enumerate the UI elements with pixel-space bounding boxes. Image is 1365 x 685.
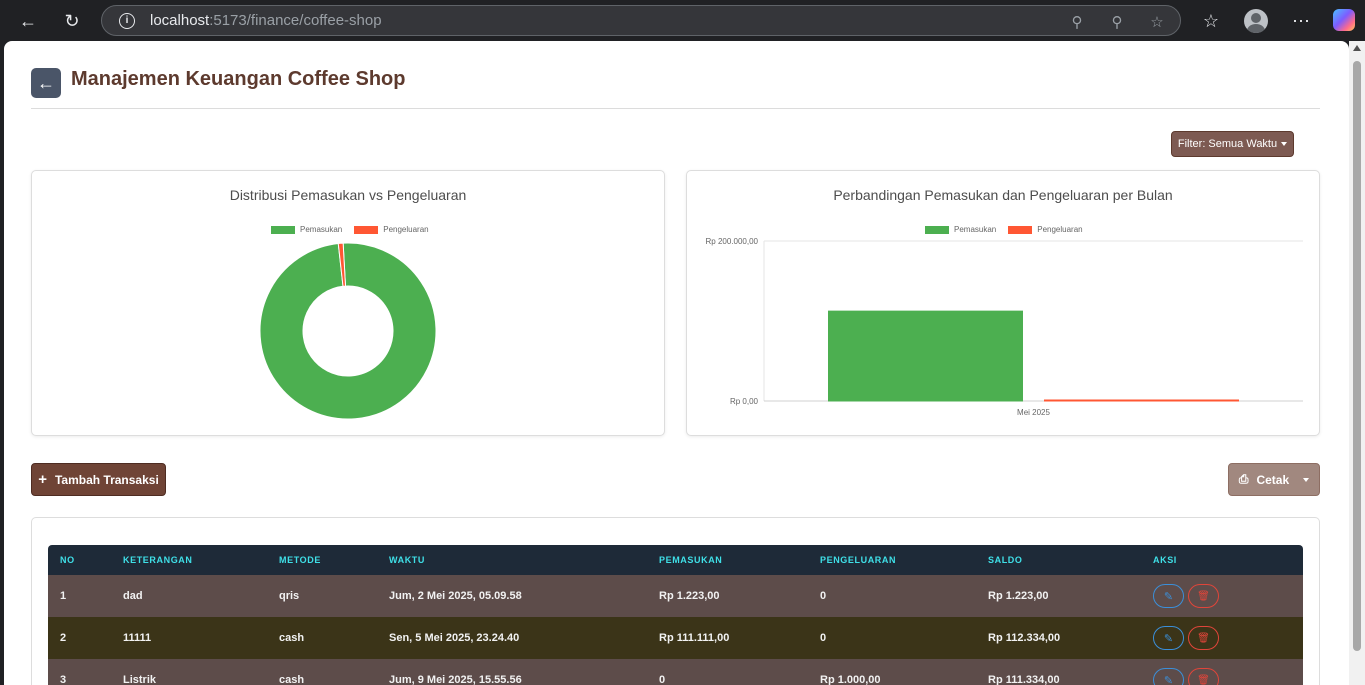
- table-row: 2 11111 cash Sen, 5 Mei 2025, 23.24.40 Rp 11…: [48, 617, 1303, 659]
- cell-pengeluaran: 0: [820, 590, 827, 602]
- url-text: localhost:5173/finance/coffee-shop: [150, 12, 382, 29]
- cell-waktu: Sen, 5 Mei 2025, 23.24.40: [389, 632, 520, 644]
- y-tick-label: Rp 0,00: [730, 397, 759, 406]
- zoom-icon[interactable]: ⚲: [1107, 12, 1127, 32]
- y-tick-label: Rp 200.000,00: [706, 237, 759, 246]
- cell-saldo: Rp 112.334,00: [988, 632, 1061, 644]
- table-row: 1 dad qris Jum, 2 Mei 2025, 05.09.58 Rp 1.22…: [48, 575, 1303, 617]
- cell-metode: cash: [279, 632, 305, 644]
- page-scrollbar[interactable]: [1349, 41, 1365, 685]
- table-header: NO KETERANGAN METODE WAKTU PEMASUKAN PEN…: [48, 545, 1303, 575]
- url-host: localhost: [150, 12, 210, 29]
- cell-pengeluaran: Rp 1.000,00: [820, 674, 881, 685]
- edit-icon[interactable]: ✎: [1153, 626, 1184, 650]
- legend-swatch-pengeluaran: [354, 225, 379, 234]
- cell-keterangan: Listrik: [123, 674, 157, 685]
- cell-waktu: Jum, 2 Mei 2025, 05.09.58: [389, 590, 522, 602]
- donut-chart[interactable]: [258, 241, 438, 421]
- bar-chart-title: Perbandingan Pemasukan dan Pengeluaran p…: [833, 187, 1173, 203]
- transactions-table: NO KETERANGAN METODE WAKTU PEMASUKAN PEN…: [48, 545, 1303, 685]
- filter-label: Filter: Semua Waktu: [1177, 138, 1278, 150]
- donut-slice-pemasukan[interactable]: [259, 242, 437, 420]
- page-title: Manajemen Keuangan Coffee Shop: [71, 68, 406, 90]
- cell-metode: qris: [279, 590, 300, 602]
- cell-metode: cash: [279, 674, 305, 685]
- header-keterangan: KETERANGAN: [123, 555, 193, 565]
- header-metode: METODE: [279, 555, 321, 565]
- header-pemasukan: PEMASUKAN: [659, 555, 723, 565]
- cell-pengeluaran: 0: [820, 632, 827, 644]
- copilot-icon[interactable]: [1333, 9, 1355, 31]
- caret-down-icon: [1281, 142, 1288, 146]
- cell-pemasukan: Rp 1.223,00: [659, 590, 720, 602]
- header-pengeluaran: PENGELUARAN: [820, 555, 897, 565]
- site-info-icon[interactable]: i: [119, 12, 135, 29]
- filter-dropdown-button[interactable]: Filter: Semua Waktu: [1171, 131, 1294, 157]
- add-transaction-label: Tambah Transaksi: [54, 472, 159, 487]
- bar-chart-card: Perbandingan Pemasukan dan Pengeluaran p…: [686, 170, 1320, 436]
- more-menu-icon[interactable]: ⋯: [1288, 8, 1314, 34]
- reload-icon[interactable]: ↻: [59, 8, 85, 34]
- table-body: 1 dad qris Jum, 2 Mei 2025, 05.09.58 Rp 1.22…: [48, 575, 1303, 685]
- table-row: 3 Listrik cash Jum, 9 Mei 2025, 15.55.56 0 Rp…: [48, 659, 1303, 685]
- add-transaction-button[interactable]: + Tambah Transaksi: [31, 463, 166, 496]
- back-arrow-icon[interactable]: ←: [15, 8, 41, 34]
- edit-icon[interactable]: ✎: [1153, 668, 1184, 685]
- x-tick-label: Mei 2025: [1017, 408, 1050, 417]
- pie-chart-legend: Pemasukan Pengeluaran: [271, 225, 429, 234]
- cell-waktu: Jum, 9 Mei 2025, 15.55.56: [389, 674, 522, 685]
- favorite-star-icon[interactable]: ☆: [1147, 12, 1167, 32]
- header-aksi: AKSI: [1153, 555, 1177, 565]
- cell-keterangan: dad: [123, 590, 143, 602]
- scroll-thumb[interactable]: [1353, 61, 1361, 651]
- bar-pemasukan[interactable]: [828, 310, 1023, 402]
- legend-label-pengeluaran: Pengeluaran: [383, 225, 429, 234]
- profile-avatar[interactable]: [1244, 9, 1268, 33]
- trash-icon[interactable]: 🗑: [1188, 626, 1219, 650]
- favorites-icon[interactable]: ☆: [1198, 8, 1224, 34]
- browser-toolbar: ← ↻ i localhost:5173/finance/coffee-shop…: [0, 0, 1365, 41]
- plus-icon: +: [38, 471, 47, 488]
- page-viewport: ← Manajemen Keuangan Coffee Shop Filter:…: [4, 41, 1349, 685]
- header-waktu: WAKTU: [389, 555, 425, 565]
- edit-icon[interactable]: ✎: [1153, 584, 1184, 608]
- trash-icon[interactable]: 🗑: [1188, 668, 1219, 685]
- cell-pemasukan: Rp 111.111,00: [659, 632, 730, 644]
- bar-chart[interactable]: Rp 200.000,00 Rp 0,00 Mei 2025: [687, 231, 1319, 421]
- transactions-card: NO KETERANGAN METODE WAKTU PEMASUKAN PEN…: [31, 517, 1320, 685]
- printer-icon: ⎙: [1238, 472, 1249, 486]
- arrow-left-icon: ←: [37, 72, 55, 93]
- bar-pengeluaran[interactable]: [1044, 399, 1239, 402]
- cell-saldo: Rp 1.223,00: [988, 590, 1049, 602]
- divider: [31, 108, 1320, 109]
- caret-down-icon: [1303, 477, 1310, 482]
- header-no: NO: [60, 555, 75, 565]
- pie-chart-card: Distribusi Pemasukan vs Pengeluaran Pema…: [31, 170, 665, 436]
- legend-label-pemasukan: Pemasukan: [300, 225, 343, 234]
- address-bar[interactable]: i localhost:5173/finance/coffee-shop ⚲ ⚲…: [101, 5, 1181, 36]
- cell-no: 1: [60, 590, 67, 602]
- cell-no: 3: [60, 674, 67, 685]
- scroll-up-arrow-icon[interactable]: [1353, 45, 1361, 51]
- trash-icon[interactable]: 🗑: [1188, 584, 1219, 608]
- key-icon[interactable]: ⚲: [1067, 12, 1087, 32]
- print-label: Cetak: [1256, 472, 1290, 487]
- print-dropdown-button[interactable]: ⎙ Cetak: [1228, 463, 1320, 496]
- back-button[interactable]: ←: [31, 68, 61, 98]
- cell-no: 2: [60, 632, 67, 644]
- legend-swatch-pemasukan: [271, 225, 295, 234]
- header-saldo: SALDO: [988, 555, 1023, 565]
- url-path: :5173/finance/coffee-shop: [209, 12, 382, 29]
- cell-keterangan: 11111: [123, 632, 152, 644]
- pie-chart-title: Distribusi Pemasukan vs Pengeluaran: [229, 187, 467, 203]
- cell-saldo: Rp 111.334,00: [988, 674, 1060, 685]
- cell-pemasukan: 0: [659, 674, 666, 685]
